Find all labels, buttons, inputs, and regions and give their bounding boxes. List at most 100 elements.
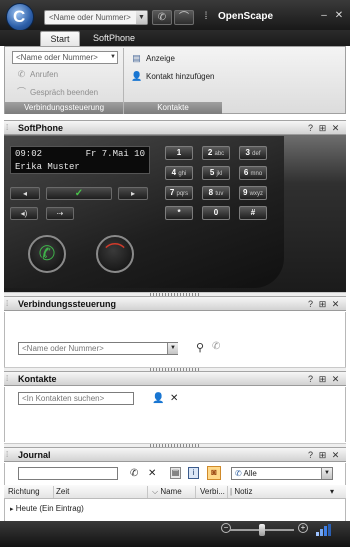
column-richtung[interactable]: Richtung [6, 486, 54, 498]
column-zeit[interactable]: Zeit [54, 486, 148, 498]
end-call-button[interactable]: Gespräch beenden [30, 88, 98, 97]
kontakte-panel-title: Kontakte [18, 374, 57, 384]
verbindung-panel-title: Verbindungssteuerung [18, 299, 117, 309]
column-chooser-icon[interactable]: ▾ [330, 487, 334, 496]
close-panel-icon[interactable]: ✕ [331, 124, 340, 133]
search-icon[interactable]: ⚲ [196, 341, 204, 354]
pickup-button[interactable]: ✆ [28, 235, 66, 273]
chevron-down-icon[interactable]: ▼ [321, 468, 332, 479]
info-icon[interactable]: i [188, 467, 199, 479]
dial-number-input[interactable]: <Name oder Nummer> [18, 342, 178, 355]
float-panel-icon[interactable]: ⊞ [318, 300, 327, 309]
nav-right-button[interactable]: ▸ [118, 187, 148, 200]
handset-icon[interactable]: ✆ [130, 468, 138, 479]
key-hash[interactable]: # [239, 206, 267, 220]
key-5[interactable]: 5 jkl [202, 166, 230, 180]
hangup-icon: ⌒ [16, 87, 26, 97]
speaker-icon[interactable]: ◂) [10, 207, 38, 220]
column-name[interactable]: ⌵ Name [150, 486, 196, 498]
verbindung-panel-body [4, 312, 346, 368]
column-verbindung[interactable]: Verbi... [198, 486, 228, 498]
close-panel-icon[interactable]: ✕ [331, 375, 340, 384]
tab-start[interactable]: Start [40, 31, 80, 46]
journal-panel-header [4, 447, 346, 462]
drag-grip-icon[interactable]: ⁞ [6, 373, 12, 384]
handset-icon[interactable]: ✆ [152, 10, 172, 25]
softphone-panel-title: SoftPhone [18, 123, 63, 133]
zoom-out-icon[interactable]: − [221, 523, 231, 533]
key-8[interactable]: 8 tuv [202, 186, 230, 200]
float-panel-icon[interactable]: ⊞ [318, 124, 327, 133]
sort-chevron-icon: ⌵ [152, 487, 159, 496]
zoom-slider-handle[interactable] [259, 524, 265, 536]
journal-filter-select[interactable]: ✆ Alle [231, 467, 333, 480]
drag-grip-icon[interactable]: ⁞ [6, 449, 12, 460]
signal-strength-icon [315, 524, 331, 536]
column-name-label: Name [160, 487, 182, 496]
chevron-down-icon[interactable]: ▼ [167, 343, 178, 354]
close-panel-icon[interactable]: ✕ [331, 300, 340, 309]
key-4[interactable]: 4 ghi [165, 166, 193, 180]
hangup-icon[interactable]: ⌒ [174, 10, 194, 25]
view-button[interactable]: Anzeige [146, 54, 175, 63]
group-label-verbindung: Verbindungssteuerung [5, 102, 123, 114]
journal-filter-icon[interactable]: ◙ [207, 466, 221, 480]
tab-softphone[interactable]: SoftPhone [86, 31, 142, 46]
key-3[interactable]: 3 def [239, 146, 267, 160]
display-date: Fr 7.Mai 10 [85, 149, 145, 159]
nav-left-button[interactable]: ◂ [10, 187, 40, 200]
group-label-kontakte: Kontakte [124, 102, 222, 114]
add-contact-icon: 👤 [131, 71, 143, 81]
app-title: OpenScape [218, 11, 274, 22]
hangup-button[interactable]: ⌒ [96, 235, 134, 273]
add-contact-button[interactable]: Kontakt hinzufügen [146, 72, 215, 81]
float-panel-icon[interactable]: ⊞ [318, 375, 327, 384]
handset-icon[interactable]: ✆ [212, 341, 220, 352]
key-star[interactable]: * [165, 206, 193, 220]
journal-search-input[interactable] [18, 467, 118, 480]
expand-arrow-icon[interactable]: ▸ [10, 506, 14, 513]
column-notiz[interactable]: | Notiz [228, 486, 328, 498]
ribbon-dial-combo[interactable]: <Name oder Nummer> [12, 51, 118, 64]
delete-icon[interactable]: ✕ [170, 393, 178, 404]
key-0[interactable]: 0 [202, 206, 230, 220]
separator-dots-icon: ⁞ [204, 11, 208, 22]
delete-icon[interactable]: ✕ [148, 468, 156, 479]
logo-letter: C [13, 7, 26, 26]
contact-search-input[interactable]: <In Kontakten suchen> [18, 392, 134, 405]
zoom-in-icon[interactable]: + [298, 523, 308, 533]
chevron-down-icon[interactable]: ▼ [136, 11, 147, 24]
minimize-icon[interactable]: – [318, 10, 330, 22]
help-icon[interactable]: ? [306, 300, 315, 309]
close-panel-icon[interactable]: ✕ [331, 451, 340, 460]
key-7[interactable]: 7 pqrs [165, 186, 193, 200]
view-icon: ▤ [132, 53, 141, 63]
grip-icon: | [230, 487, 233, 496]
float-panel-icon[interactable]: ⊞ [318, 451, 327, 460]
journal-panel-title: Journal [18, 450, 51, 460]
display-name: Erika Muster [15, 162, 80, 172]
handset-icon: ✆ [17, 69, 26, 79]
list-view-icon[interactable]: ▤ [170, 467, 181, 479]
display-time: 09:02 [15, 149, 43, 159]
help-icon[interactable]: ? [306, 375, 315, 384]
drag-grip-icon[interactable]: ⁞ [6, 298, 12, 309]
confirm-button[interactable]: ✓ [46, 187, 112, 200]
quick-dial-input[interactable]: <Name oder Nummer> [44, 10, 148, 25]
journal-group-row[interactable]: ▸ Heute (Ein Eintrag) [10, 504, 84, 513]
key-2[interactable]: 2 abc [202, 146, 230, 160]
help-icon[interactable]: ? [306, 451, 315, 460]
key-6[interactable]: 6 mno [239, 166, 267, 180]
key-9[interactable]: 9 wxyz [239, 186, 267, 200]
key-1[interactable]: 1 [165, 146, 193, 160]
handset-icon: ✆ [235, 469, 242, 478]
transfer-icon[interactable]: ⇢ [46, 207, 74, 220]
drag-grip-icon[interactable]: ⁞ [6, 122, 12, 133]
add-contact-icon[interactable]: 👤 [152, 393, 164, 404]
journal-group-label: Heute (Ein Eintrag) [15, 504, 84, 513]
column-notiz-label: Notiz [234, 487, 253, 496]
call-button[interactable]: Anrufen [30, 70, 58, 79]
close-icon[interactable]: ✕ [333, 10, 345, 22]
chevron-down-icon[interactable]: ▼ [109, 52, 117, 63]
help-icon[interactable]: ? [306, 124, 315, 133]
